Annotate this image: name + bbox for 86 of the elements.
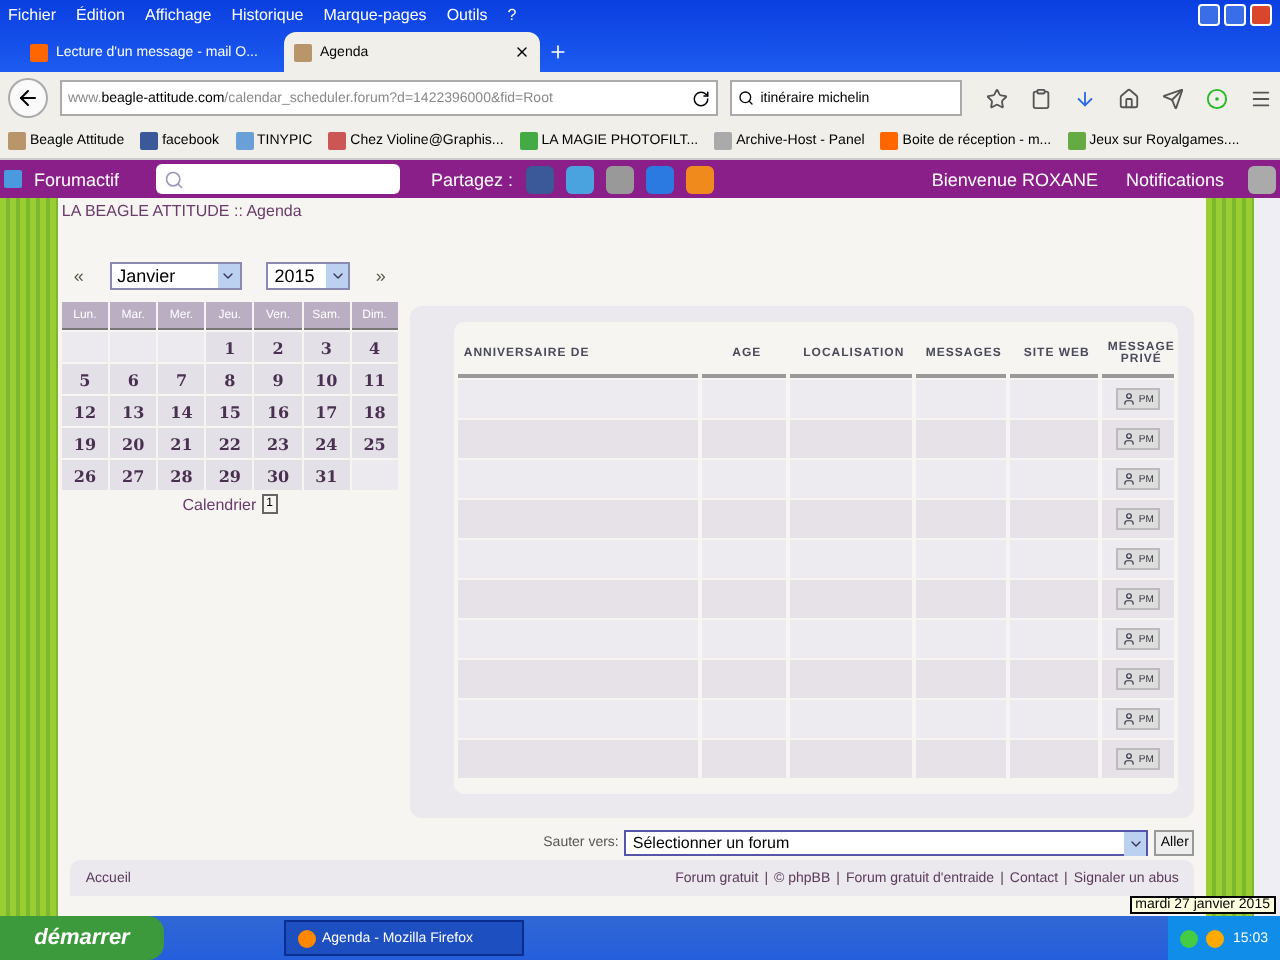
caret-icon bbox=[1124, 831, 1147, 855]
new-tab-icon[interactable] bbox=[548, 42, 568, 62]
caret-icon bbox=[326, 264, 349, 288]
user-icon bbox=[1122, 672, 1137, 686]
menu-item[interactable]: ? bbox=[507, 5, 517, 23]
table-cell bbox=[789, 380, 912, 418]
day-cell[interactable]: 6 bbox=[110, 364, 157, 394]
user-icon bbox=[1122, 752, 1137, 766]
user-icon bbox=[1122, 472, 1137, 486]
day-cell[interactable]: 25 bbox=[351, 428, 398, 458]
close-icon[interactable] bbox=[514, 44, 530, 60]
day-cell[interactable]: 19 bbox=[61, 428, 109, 458]
search-icon bbox=[738, 90, 755, 106]
clipboard-icon[interactable] bbox=[1030, 87, 1052, 109]
menu-item[interactable]: Édition bbox=[76, 5, 125, 23]
menu-icon[interactable] bbox=[1250, 87, 1272, 109]
table-cell bbox=[1009, 380, 1098, 418]
menu-item[interactable]: Outils bbox=[446, 5, 488, 23]
user-icon bbox=[1122, 512, 1137, 526]
send-icon[interactable] bbox=[1162, 87, 1184, 109]
star-icon[interactable] bbox=[986, 87, 1008, 109]
menu-item[interactable]: Marque-pages bbox=[323, 5, 427, 23]
day-cell[interactable]: 17 bbox=[303, 396, 350, 426]
day-cell[interactable]: 16 bbox=[254, 396, 302, 426]
caret-icon bbox=[217, 264, 240, 288]
table-cell bbox=[701, 380, 786, 418]
day-cell[interactable]: 24 bbox=[303, 428, 350, 458]
reload-icon[interactable] bbox=[692, 89, 711, 107]
day-cell[interactable]: 12 bbox=[61, 396, 109, 426]
calendar-link[interactable]: Calendrier bbox=[182, 495, 257, 513]
day-cell[interactable]: 1 bbox=[206, 332, 253, 362]
minimize-button[interactable] bbox=[1198, 3, 1220, 25]
user-icon bbox=[1122, 632, 1137, 646]
day-cell[interactable]: 15 bbox=[206, 396, 253, 426]
start-button[interactable]: démarrer bbox=[0, 916, 164, 960]
favicon-icon bbox=[294, 43, 312, 61]
download-icon[interactable] bbox=[1074, 87, 1096, 109]
day-cell[interactable]: 4 bbox=[351, 332, 398, 362]
day-cell[interactable]: 31 bbox=[303, 460, 350, 490]
day-cell[interactable]: 11 bbox=[351, 364, 398, 394]
day-cell[interactable]: 10 bbox=[303, 364, 350, 394]
user-icon bbox=[1122, 552, 1137, 566]
forum-select[interactable]: Sélectionner un forum bbox=[624, 830, 1149, 856]
day-cell[interactable]: 3 bbox=[303, 332, 350, 362]
user-icon bbox=[1122, 592, 1137, 606]
notifications-link[interactable]: Notifications bbox=[1125, 169, 1224, 189]
brand-link[interactable]: Forumactif bbox=[34, 169, 120, 189]
table-cell bbox=[915, 380, 1006, 418]
day-cell[interactable]: 18 bbox=[351, 396, 398, 426]
share-label: Partagez : bbox=[431, 169, 514, 189]
day-cell[interactable]: 28 bbox=[158, 460, 205, 490]
menu-item[interactable]: Affichage bbox=[144, 5, 212, 23]
back-arrow-icon bbox=[15, 86, 40, 110]
next-link[interactable]: » bbox=[375, 266, 386, 286]
menu-item[interactable]: Fichier bbox=[8, 5, 57, 23]
user-icon bbox=[1122, 392, 1137, 406]
favicon-icon bbox=[30, 43, 48, 61]
day-cell[interactable]: 22 bbox=[206, 428, 253, 458]
search-icon bbox=[163, 169, 184, 189]
home-icon[interactable] bbox=[1118, 87, 1140, 109]
forum-search-field[interactable] bbox=[155, 164, 400, 194]
restore-button[interactable] bbox=[1224, 3, 1246, 25]
day-cell[interactable]: 30 bbox=[254, 460, 302, 490]
user-icon bbox=[1122, 712, 1137, 726]
breadcrumb: LA BEAGLE ATTITUDE :: Agenda bbox=[61, 202, 304, 224]
day-cell[interactable]: 5 bbox=[61, 364, 109, 394]
day-cell[interactable]: 2 bbox=[254, 332, 302, 362]
user-icon bbox=[1122, 432, 1137, 446]
menu-item[interactable]: Historique bbox=[231, 5, 304, 23]
year-select[interactable]: 2015 bbox=[266, 262, 351, 290]
day-cell[interactable]: 9 bbox=[254, 364, 302, 394]
day-cell[interactable]: 26 bbox=[61, 460, 109, 490]
welcome-link[interactable]: Bienvenue ROXANE bbox=[931, 169, 1098, 189]
day-cell[interactable]: 8 bbox=[206, 364, 253, 394]
day-cell[interactable]: 29 bbox=[206, 460, 253, 490]
day-cell[interactable]: 7 bbox=[158, 364, 205, 394]
close-button[interactable] bbox=[1250, 3, 1272, 25]
day-cell[interactable]: 14 bbox=[158, 396, 205, 426]
day-cell[interactable]: 20 bbox=[110, 428, 157, 458]
day-cell[interactable]: 21 bbox=[158, 428, 205, 458]
back-button[interactable] bbox=[8, 78, 48, 118]
day-cell[interactable]: 27 bbox=[110, 460, 157, 490]
day-cell[interactable]: 13 bbox=[110, 396, 157, 426]
month-select[interactable]: Janvier bbox=[109, 262, 242, 290]
previous-link[interactable]: « bbox=[73, 266, 84, 286]
day-cell[interactable]: 23 bbox=[254, 428, 302, 458]
